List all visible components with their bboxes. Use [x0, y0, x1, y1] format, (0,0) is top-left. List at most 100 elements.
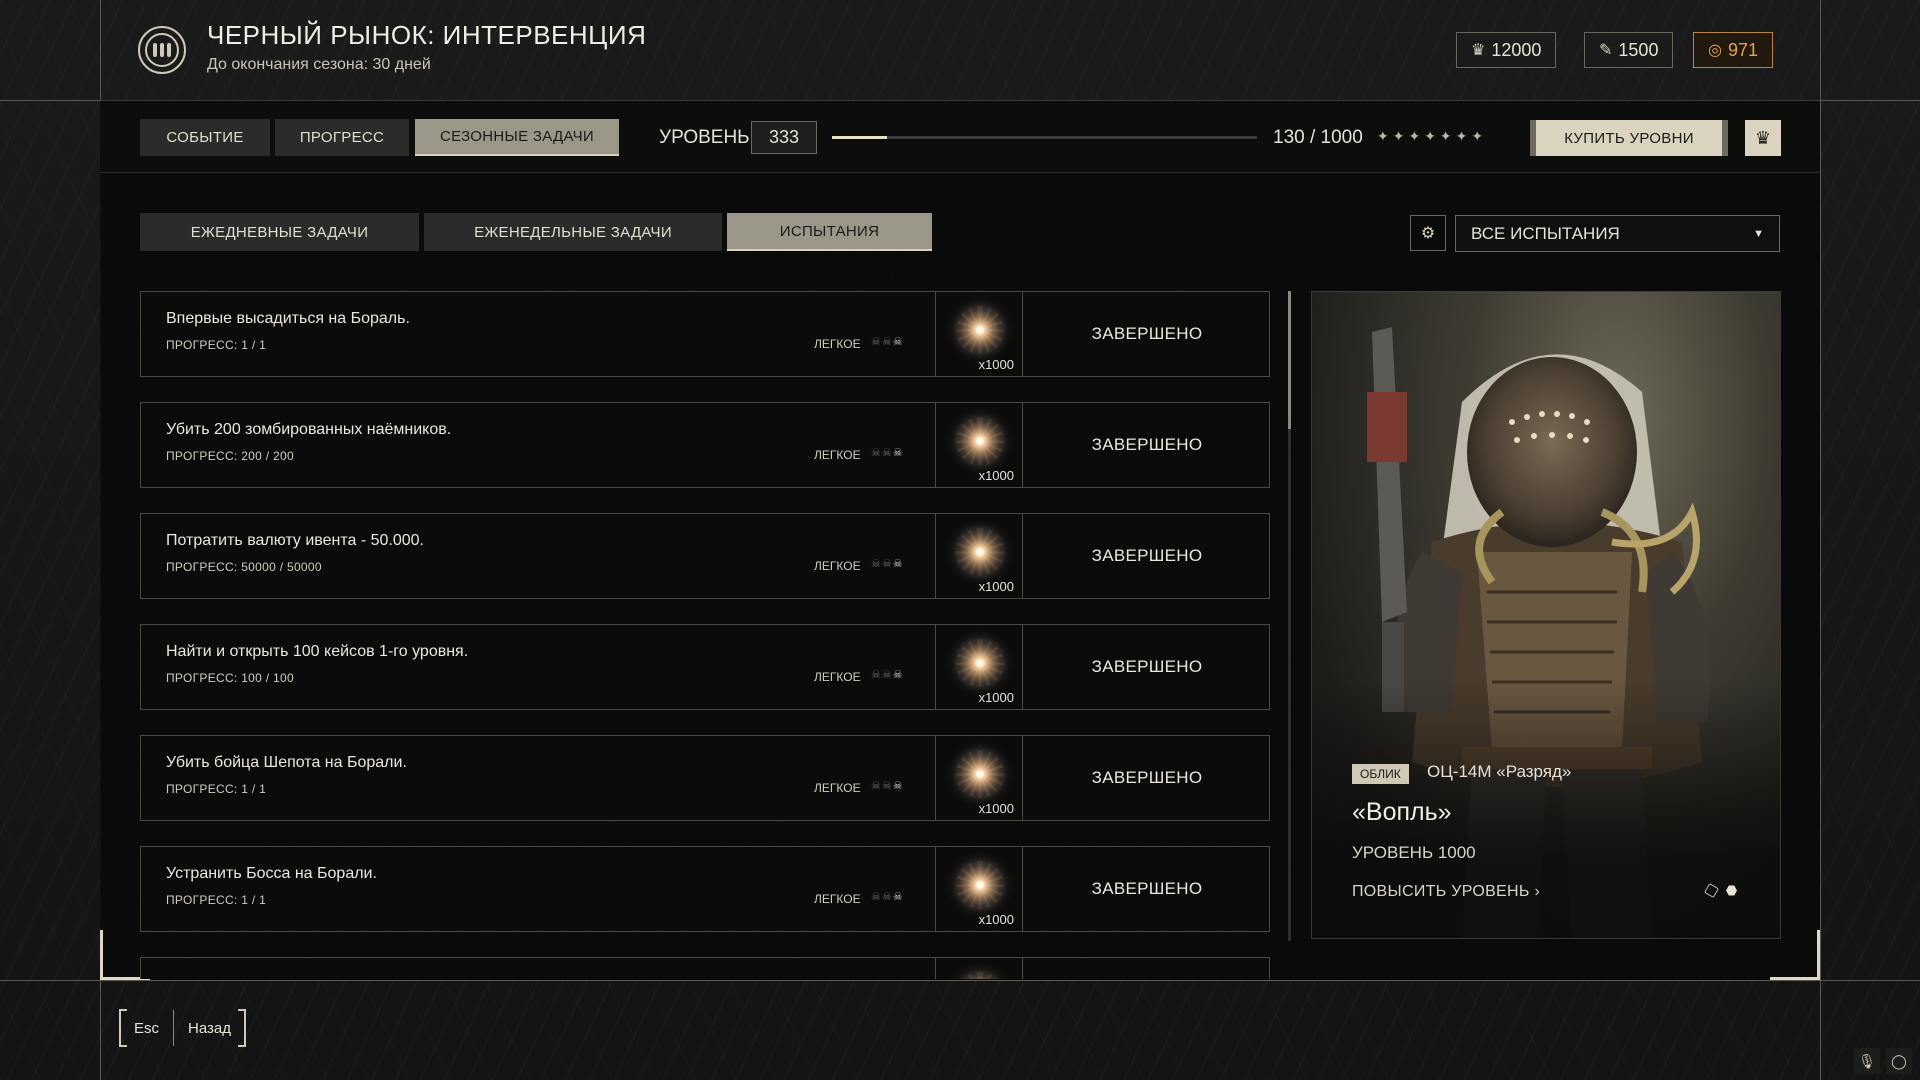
- reward-quantity: x1000: [978, 912, 1014, 927]
- skin-level: УРОВЕНЬ 1000: [1352, 843, 1476, 862]
- challenge-filter-dropdown[interactable]: ВСЕ ИСПЫТАНИЯ ▼: [1455, 215, 1780, 252]
- task-progress: ПРОГРЕСС: 200 / 200: [166, 449, 294, 463]
- chevron-down-icon: ▼: [1753, 227, 1764, 240]
- level-value: 333: [751, 121, 817, 154]
- task-reward[interactable]: x1000: [935, 291, 1023, 377]
- feather-currency-icon: ✎: [1599, 42, 1613, 59]
- upgrade-level-link[interactable]: ПОВЫСИТЬ УРОВЕНЬ ›: [1352, 883, 1540, 901]
- task-status: ЗАВЕРШЕНО: [1091, 546, 1203, 565]
- task-name: Убить бойца Шепота на Борали.: [166, 754, 407, 771]
- task-status: ЗАВЕРШЕНО: [1091, 879, 1203, 898]
- skin-name: «Вопль»: [1352, 798, 1452, 826]
- subtab-daily[interactable]: ЕЖЕДНЕВНЫЕ ЗАДАЧИ: [140, 213, 419, 251]
- task-progress: ПРОГРЕСС: 1 / 1: [166, 338, 267, 352]
- reward-quantity: x1000: [978, 579, 1014, 594]
- tab-season-tasks[interactable]: СЕЗОННЫЕ ЗАДАЧИ: [415, 119, 619, 156]
- task-status: ЗАВЕРШЕНО: [1091, 435, 1203, 454]
- reward-orb-icon: [953, 969, 1007, 979]
- microphone-icon[interactable]: 🎙: [1854, 1048, 1880, 1074]
- frame-line-right: [1820, 0, 1821, 1080]
- esc-key-hint: Esc: [120, 1010, 175, 1046]
- currency-value: 1500: [1618, 39, 1659, 60]
- upgrade-label: ПОВЫСИТЬ УРОВЕНЬ: [1352, 883, 1530, 900]
- level-progress-bar: [832, 136, 1257, 139]
- currency-coins[interactable]: ◎ 971: [1693, 32, 1774, 68]
- reward-quantity: x1000: [978, 801, 1014, 816]
- task-row[interactable]: Впервые высадиться на Бораль. ПРОГРЕСС: …: [140, 291, 1270, 377]
- task-reward[interactable]: x1000: [935, 624, 1023, 710]
- subtab-weekly[interactable]: ЕЖЕНЕДЕЛЬНЫЕ ЗАДАЧИ: [424, 213, 722, 251]
- reward-quantity: x1000: [978, 357, 1014, 372]
- task-list-scrollbar[interactable]: [1288, 291, 1291, 941]
- task-name: Устранить Босса на Борали.: [166, 865, 377, 882]
- bracket-decoration: [119, 1009, 127, 1047]
- level-progress-text: 130 / 1000: [1273, 127, 1363, 148]
- task-difficulty: ЛЕГКОЕ: [814, 892, 861, 906]
- page-title: ЧЕРНЫЙ РЫНОК: ИНТЕРВЕНЦИЯ: [207, 20, 647, 50]
- task-difficulty: ЛЕГКОЕ: [814, 559, 861, 573]
- buy-levels-button[interactable]: КУПИТЬ УРОВНИ: [1530, 120, 1728, 156]
- task-reward[interactable]: x1000: [935, 513, 1023, 599]
- task-row[interactable]: Устранить Босса на Борали. ПРОГРЕСС: 1 /…: [140, 846, 1270, 932]
- crown-currency-icon: ♛: [1471, 42, 1486, 59]
- top-bar: СОБЫТИЕ ПРОГРЕСС СЕЗОННЫЕ ЗАДАЧИ УРОВЕНЬ…: [100, 101, 1820, 173]
- back-button[interactable]: Назад: [174, 1010, 245, 1046]
- task-reward[interactable]: x1000: [935, 402, 1023, 488]
- reward-orb-icon: [953, 414, 1007, 468]
- premium-crown-button[interactable]: ♛: [1745, 120, 1781, 156]
- task-reward[interactable]: [935, 957, 1023, 979]
- task-progress: ПРОГРЕСС: 1 / 1: [166, 782, 267, 796]
- task-name: Убить 200 зомбированных наёмников.: [166, 421, 452, 438]
- task-row[interactable]: Найти и открыть 100 кейсов 1-го уровня. …: [140, 624, 1270, 710]
- currency-kredits[interactable]: ✎ 1500: [1584, 32, 1674, 68]
- main-panel: СОБЫТИЕ ПРОГРЕСС СЕЗОННЫЕ ЗАДАЧИ УРОВЕНЬ…: [100, 100, 1820, 980]
- reward-orb-icon: [953, 636, 1007, 690]
- skin-type-badge: ОБЛИК: [1352, 764, 1409, 784]
- task-reward[interactable]: x1000: [935, 735, 1023, 821]
- level-label: УРОВЕНЬ: [659, 127, 750, 148]
- sliders-icon: ⚙: [1420, 225, 1436, 242]
- reward-quantity: x1000: [978, 468, 1014, 483]
- dropdown-value: ВСЕ ИСПЫТАНИЯ: [1471, 223, 1620, 243]
- difficulty-skulls-icon: ☠☠☠: [871, 558, 904, 570]
- system-icons: 🎙 ◯: [1854, 1048, 1912, 1074]
- level-progress-fill: [832, 136, 888, 139]
- task-row[interactable]: Потратить валюту ивента - 50.000. ПРОГРЕ…: [140, 513, 1270, 599]
- task-row[interactable]: Убить 200 зомбированных наёмников. ПРОГР…: [140, 402, 1270, 488]
- reward-orb-icon: [953, 858, 1007, 912]
- tab-event[interactable]: СОБЫТИЕ: [140, 119, 270, 156]
- reward-preview-card: ОБЛИК ОЦ-14М «Разряд» «Вопль» УРОВЕНЬ 10…: [1311, 291, 1781, 939]
- carousel-pagination: [1703, 882, 1737, 899]
- currency-crowns[interactable]: ♛ 12000: [1456, 32, 1557, 68]
- coin-currency-icon: ◎: [1708, 42, 1722, 59]
- scrollbar-thumb[interactable]: [1288, 291, 1291, 429]
- reward-orb-icon: [953, 747, 1007, 801]
- carousel-dot-active[interactable]: [1726, 885, 1737, 896]
- reward-orb-icon: [953, 303, 1007, 357]
- task-difficulty: ЛЕГКОЕ: [814, 781, 861, 795]
- task-progress: ПРОГРЕСС: 100 / 100: [166, 671, 294, 685]
- filter-settings-button[interactable]: ⚙: [1410, 215, 1446, 251]
- task-status: ЗАВЕРШЕНО: [1091, 768, 1203, 787]
- subtab-challenges[interactable]: ИСПЫТАНИЯ: [727, 213, 932, 251]
- carousel-dot[interactable]: [1703, 882, 1720, 899]
- task-row[interactable]: Убить бойца Шепота на Борали. ПРОГРЕСС: …: [140, 735, 1270, 821]
- bracket-decoration: [238, 1009, 246, 1047]
- task-name: Найти и открыть 100 кейсов 1-го уровня.: [166, 643, 469, 660]
- chevron-right-icon: ›: [1534, 883, 1541, 900]
- header: ЧЕРНЫЙ РЫНОК: ИНТЕРВЕНЦИЯ До окончания с…: [100, 0, 1820, 100]
- season-logo-icon: [138, 26, 186, 74]
- task-row[interactable]: [140, 957, 1270, 979]
- task-reward[interactable]: x1000: [935, 846, 1023, 932]
- reward-orb-icon: [953, 525, 1007, 579]
- task-difficulty: ЛЕГКОЕ: [814, 448, 861, 462]
- crown-icon: ♛: [1754, 127, 1772, 148]
- task-status: ЗАВЕРШЕНО: [1091, 657, 1203, 676]
- tab-progress[interactable]: ПРОГРЕСС: [275, 119, 409, 156]
- task-difficulty: ЛЕГКОЕ: [814, 670, 861, 684]
- difficulty-skulls-icon: ☠☠☠: [871, 780, 904, 792]
- season-timer: До окончания сезона: 30 дней: [207, 56, 431, 73]
- task-status: ЗАВЕРШЕНО: [1091, 324, 1203, 343]
- bottom-hint-bar[interactable]: Esc Назад: [119, 1009, 246, 1047]
- difficulty-skulls-icon: ☠☠☠: [871, 669, 904, 681]
